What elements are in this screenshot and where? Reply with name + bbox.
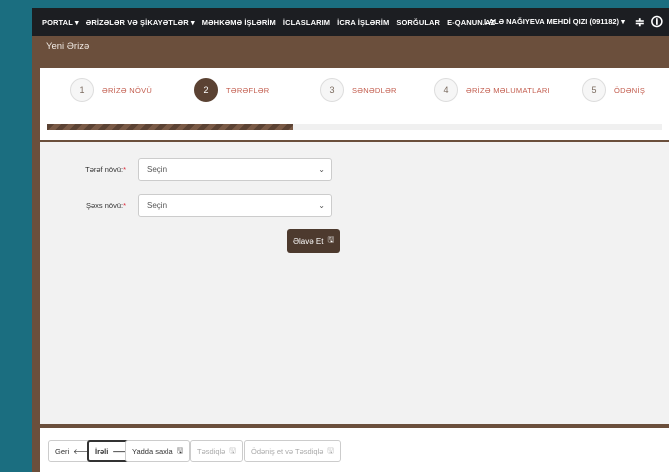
top-navbar: PORTAL ▾ ƏRİZƏLƏR VƏ ŞİKAYƏTLƏR ▾ MƏHKƏM… — [32, 8, 669, 36]
step-label: ƏRİZƏ MƏLUMATLARI — [466, 85, 550, 95]
info-icon[interactable]: 🛈 — [651, 8, 663, 36]
pay-confirm-label: Ödəniş et və Təsdiqlə — [251, 446, 324, 456]
form-panel: Tərəf növü:* Seçin ⌄ Şəxs növü:* Seçin ⌄… — [40, 142, 669, 424]
step-2[interactable]: 2 TƏRƏFLƏR — [194, 78, 270, 102]
chevron-down-icon: ⌄ — [318, 165, 325, 174]
progress-fill — [47, 124, 293, 130]
add-button-label: Əlavə Et — [293, 236, 324, 246]
confirm-label: Təsdiqlə — [197, 446, 226, 456]
person-type-label: Şəxs növü:* — [85, 201, 126, 210]
side-type-row: Tərəf növü:* Seçin ⌄ — [40, 158, 332, 181]
step-1[interactable]: 1 ƏRİZƏ NÖVÜ — [70, 78, 152, 102]
pay-confirm-button[interactable]: Ödəniş et və Təsdiqlə 🖫 — [244, 440, 341, 462]
save-disk-icon: 🖫 — [327, 445, 334, 455]
nav-queries[interactable]: SORĞULAR — [396, 18, 440, 27]
step-number: 3 — [320, 78, 344, 102]
step-number: 2 — [194, 78, 218, 102]
side-type-value: Seçin — [147, 165, 168, 174]
person-type-value: Seçin — [147, 201, 168, 210]
step-number: 5 — [582, 78, 606, 102]
nav-hearings[interactable]: İCLASLARIM — [283, 18, 330, 27]
save-draft-label: Yadda saxla — [132, 446, 173, 456]
nav-court-cases[interactable]: MƏHKƏMƏ İŞLƏRİM — [202, 18, 276, 27]
step-number: 4 — [434, 78, 458, 102]
step-label: ÖDƏNİŞ — [614, 85, 646, 95]
step-3[interactable]: 3 SƏNƏDLƏR — [320, 78, 397, 102]
nav-portal[interactable]: PORTAL ▾ — [42, 18, 79, 27]
page-title: Yeni Ərizə — [46, 41, 90, 52]
nav-applications[interactable]: ƏRİZƏLƏR VƏ ŞİKAYƏTLƏR ▾ — [86, 18, 195, 27]
settings-sliders-icon[interactable]: ≑ — [635, 8, 645, 36]
person-type-row: Şəxs növü:* Seçin ⌄ — [40, 194, 332, 217]
step-label: TƏRƏFLƏR — [226, 85, 270, 95]
save-draft-button[interactable]: Yadda saxla 🖫 — [125, 440, 191, 462]
step-label: ƏRİZƏ NÖVÜ — [102, 85, 153, 95]
person-type-select[interactable]: Seçin ⌄ — [138, 194, 332, 217]
step-label: SƏNƏDLƏR — [352, 85, 397, 95]
confirm-button[interactable]: Təsdiqlə 🖫 — [190, 440, 243, 462]
chevron-down-icon: ⌄ — [318, 201, 325, 210]
add-button[interactable]: Əlavə Et 🖫 — [287, 229, 341, 253]
nav-enforcement[interactable]: İCRA İŞLƏRİM — [337, 18, 389, 27]
next-label: İrəli — [95, 446, 109, 456]
side-type-label: Tərəf növü:* — [85, 165, 126, 174]
progress-bar — [47, 124, 662, 130]
app-frame: PORTAL ▾ ƏRİZƏLƏR VƏ ŞİKAYƏTLƏR ▾ MƏHKƏM… — [32, 8, 669, 472]
user-menu[interactable]: LALƏ NAĞIYEVA MEHDİ QIZI (091182) ▾ — [484, 8, 625, 36]
save-disk-icon: 🖫 — [176, 445, 184, 455]
save-disk-icon: 🖫 — [229, 445, 236, 455]
step-number: 1 — [70, 78, 94, 102]
save-disk-icon: 🖫 — [327, 235, 335, 244]
back-label: Geri — [55, 446, 70, 456]
side-type-select[interactable]: Seçin ⌄ — [138, 158, 332, 181]
wizard-footer: Geri 🡐 İrəli 🡒 Yadda saxla 🖫 Təsdiqlə 🖫 … — [40, 428, 669, 472]
step-5[interactable]: 5 ÖDƏNİŞ — [582, 78, 645, 102]
step-4[interactable]: 4 ƏRİZƏ MƏLUMATLARI — [434, 78, 550, 102]
wizard-steps: 1 ƏRİZƏ NÖVÜ 2 TƏRƏFLƏR 3 SƏNƏDLƏR 4 ƏRİ… — [40, 68, 669, 140]
